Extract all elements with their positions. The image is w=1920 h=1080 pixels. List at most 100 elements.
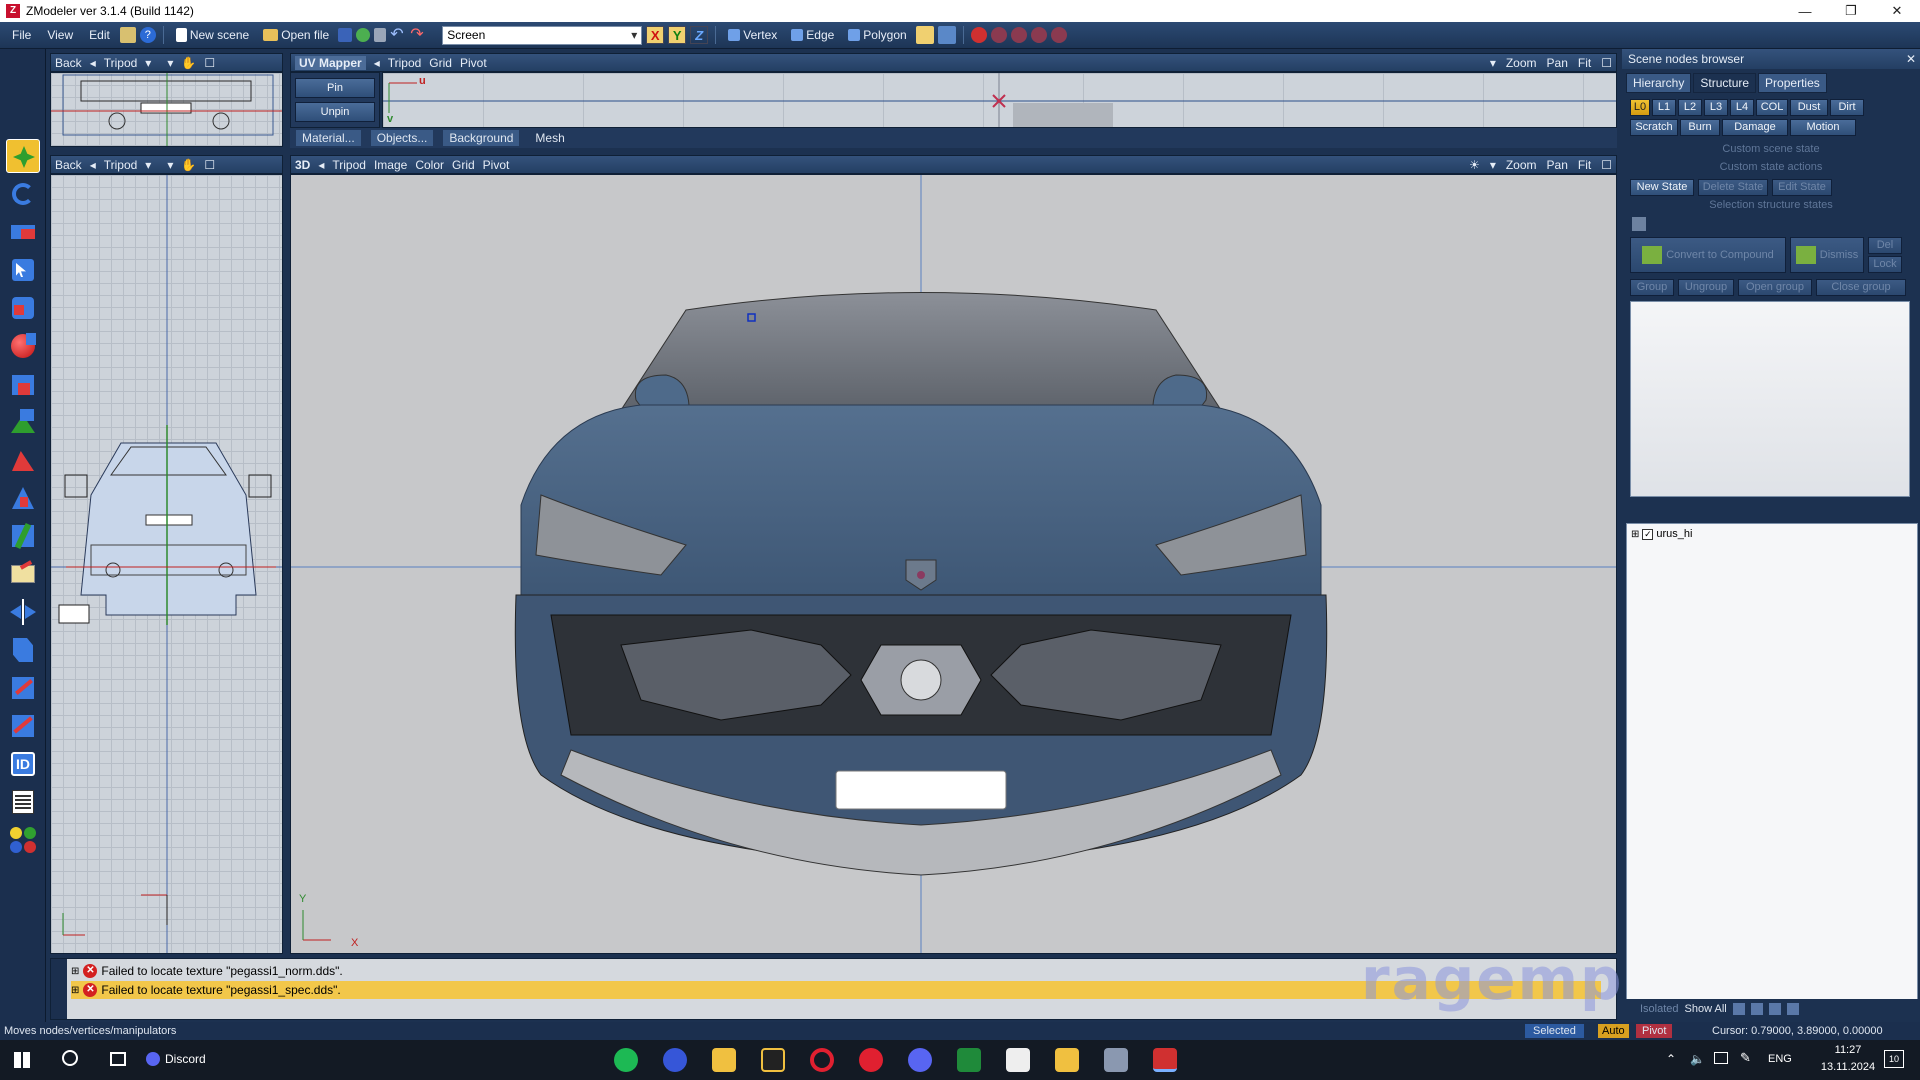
chevron-left-icon[interactable]: ◂ bbox=[318, 158, 324, 172]
col-button[interactable]: COL bbox=[1756, 99, 1788, 116]
rockstar-icon[interactable] bbox=[761, 1048, 785, 1072]
lighting-icon[interactable]: ☀ bbox=[1469, 158, 1480, 172]
language-indicator[interactable]: ENG bbox=[1768, 1053, 1792, 1065]
dust-button[interactable]: Dust bbox=[1790, 99, 1828, 116]
materials-tool-icon[interactable] bbox=[6, 823, 40, 857]
axis-y-toggle[interactable]: Y bbox=[668, 26, 687, 44]
objects-tab[interactable]: Objects... bbox=[370, 130, 434, 146]
view-direction-label[interactable]: Back bbox=[55, 158, 82, 172]
id-tool-icon[interactable]: ID bbox=[6, 747, 40, 781]
tree-tool-icon[interactable] bbox=[1786, 1003, 1799, 1015]
paint-tool-icon[interactable] bbox=[6, 557, 40, 591]
tab-properties[interactable]: Properties bbox=[1758, 73, 1827, 93]
chevron-down-icon[interactable]: ▾ bbox=[145, 56, 151, 70]
split-tool-icon[interactable] bbox=[6, 519, 40, 553]
spotify-icon[interactable] bbox=[614, 1048, 638, 1072]
notifications-icon[interactable]: 10 bbox=[1884, 1050, 1904, 1068]
viewport-menu-icon[interactable]: ▾ bbox=[1490, 158, 1496, 172]
open-file-button[interactable]: Open file bbox=[258, 26, 334, 44]
network-icon[interactable] bbox=[1714, 1052, 1728, 1064]
list-tool-icon[interactable] bbox=[6, 785, 40, 819]
settings-icon[interactable] bbox=[119, 27, 136, 43]
material-tab[interactable]: Material... bbox=[296, 130, 361, 146]
snap-icon[interactable] bbox=[937, 26, 956, 44]
chevron-left-icon[interactable]: ◂ bbox=[90, 56, 96, 70]
dismiss-button[interactable]: Dismiss bbox=[1790, 237, 1864, 273]
maximize-viewport-icon[interactable]: ☐ bbox=[1601, 158, 1612, 172]
render-icon[interactable] bbox=[356, 28, 371, 42]
expand-icon[interactable]: ⊞ bbox=[1631, 529, 1639, 540]
chevron-left-icon[interactable]: ◂ bbox=[374, 56, 380, 70]
uv-mapper-viewport[interactable]: u v bbox=[382, 72, 1617, 128]
maximize-viewport-icon[interactable]: ☐ bbox=[204, 158, 215, 172]
main-pivot-menu[interactable]: Pivot bbox=[483, 158, 510, 172]
undo-icon[interactable]: ↶ bbox=[390, 27, 406, 43]
tab-hierarchy[interactable]: Hierarchy bbox=[1626, 73, 1692, 93]
restore-icon[interactable]: ❐ bbox=[1828, 0, 1874, 22]
menu-view[interactable]: View bbox=[41, 26, 79, 44]
viewport-menu-icon[interactable]: ▾ bbox=[167, 158, 173, 172]
shape-tool-icon[interactable] bbox=[6, 633, 40, 667]
status-pivot[interactable]: Pivot bbox=[1636, 1024, 1673, 1038]
motion-dropdown[interactable]: Motion bbox=[1790, 119, 1856, 136]
burn-button[interactable]: Burn bbox=[1680, 119, 1720, 136]
select-tool-icon[interactable] bbox=[6, 253, 40, 287]
left-viewport[interactable] bbox=[50, 174, 283, 954]
del-button[interactable]: Del bbox=[1868, 237, 1902, 254]
unpin-button[interactable]: Unpin bbox=[295, 102, 375, 122]
discord-taskbar-button[interactable]: Discord bbox=[146, 1052, 206, 1066]
lod-l3-button[interactable]: L3 bbox=[1704, 99, 1728, 116]
delete-state-button[interactable]: Delete State bbox=[1698, 179, 1768, 196]
uv-pan-button[interactable]: Pan bbox=[1547, 56, 1568, 70]
lod-l4-button[interactable]: L4 bbox=[1730, 99, 1754, 116]
close-icon[interactable]: ✕ bbox=[1874, 0, 1920, 22]
tree-node-urus-hi[interactable]: ⊞ ✓ urus_hi bbox=[1631, 528, 1692, 540]
scratch-button[interactable]: Scratch bbox=[1630, 119, 1678, 136]
discord-app-icon[interactable] bbox=[908, 1048, 932, 1072]
uv-fit-button[interactable]: Fit bbox=[1578, 56, 1591, 70]
help-icon[interactable]: ? bbox=[139, 27, 156, 43]
windows-start-icon[interactable] bbox=[14, 1052, 30, 1068]
top-left-viewport[interactable] bbox=[50, 72, 283, 147]
isolated-toggle[interactable]: Isolated bbox=[1640, 1003, 1679, 1015]
menu-file[interactable]: File bbox=[6, 26, 37, 44]
bevel-tool-icon[interactable] bbox=[6, 443, 40, 477]
new-state-button[interactable]: New State bbox=[1630, 179, 1694, 196]
chevron-down-icon[interactable]: ▾ bbox=[145, 158, 151, 172]
tree-tool-icon[interactable] bbox=[1750, 1003, 1763, 1015]
lock-button[interactable]: Lock bbox=[1868, 256, 1902, 273]
vertex-mode-button[interactable]: Vertex bbox=[723, 26, 782, 44]
minimize-icon[interactable]: — bbox=[1782, 0, 1828, 22]
clock-time[interactable]: 11:27 bbox=[1818, 1044, 1878, 1056]
viewport-tools-icon[interactable]: ✋ bbox=[181, 158, 196, 172]
file-explorer-icon[interactable] bbox=[712, 1048, 736, 1072]
open-group-button[interactable]: Open group bbox=[1738, 279, 1812, 296]
task-view-icon[interactable] bbox=[110, 1052, 126, 1066]
status-selected[interactable]: Selected bbox=[1525, 1024, 1584, 1038]
opera-icon[interactable] bbox=[810, 1048, 834, 1072]
tray-chevron-icon[interactable]: ⌃ bbox=[1666, 1052, 1676, 1066]
dirt-button[interactable]: Dirt bbox=[1830, 99, 1864, 116]
openiv-icon[interactable] bbox=[1055, 1048, 1079, 1072]
expand-icon[interactable]: ⊞ bbox=[71, 985, 79, 996]
clock-date[interactable]: 13.11.2024 bbox=[1818, 1061, 1878, 1073]
uv-grid-menu[interactable]: Grid bbox=[429, 56, 452, 70]
magnet-icon-2[interactable] bbox=[990, 27, 1007, 43]
expand-icon[interactable]: ⊞ bbox=[71, 966, 79, 977]
close-icon[interactable]: ✕ bbox=[1906, 52, 1916, 66]
magnet-icon-5[interactable] bbox=[1050, 27, 1067, 43]
uv-tripod-menu[interactable]: Tripod bbox=[388, 56, 422, 70]
rotate-tool-icon[interactable] bbox=[6, 177, 40, 211]
uv-zoom-button[interactable]: Zoom bbox=[1506, 56, 1537, 70]
viewport-type-label[interactable]: 3D bbox=[295, 158, 310, 172]
lod-l1-button[interactable]: L1 bbox=[1652, 99, 1676, 116]
convert-to-compound-button[interactable]: Convert to Compound bbox=[1630, 237, 1786, 273]
search-icon[interactable] bbox=[62, 1050, 78, 1066]
save-icon[interactable] bbox=[338, 28, 353, 42]
view-direction-label[interactable]: Back bbox=[55, 56, 82, 70]
viewport-tools-icon[interactable]: ✋ bbox=[181, 56, 196, 70]
close-group-button[interactable]: Close group bbox=[1816, 279, 1906, 296]
axis-z-toggle[interactable]: Z bbox=[690, 26, 709, 44]
background-tab[interactable]: Background bbox=[443, 130, 520, 146]
tripod-menu[interactable]: Tripod bbox=[104, 56, 138, 70]
